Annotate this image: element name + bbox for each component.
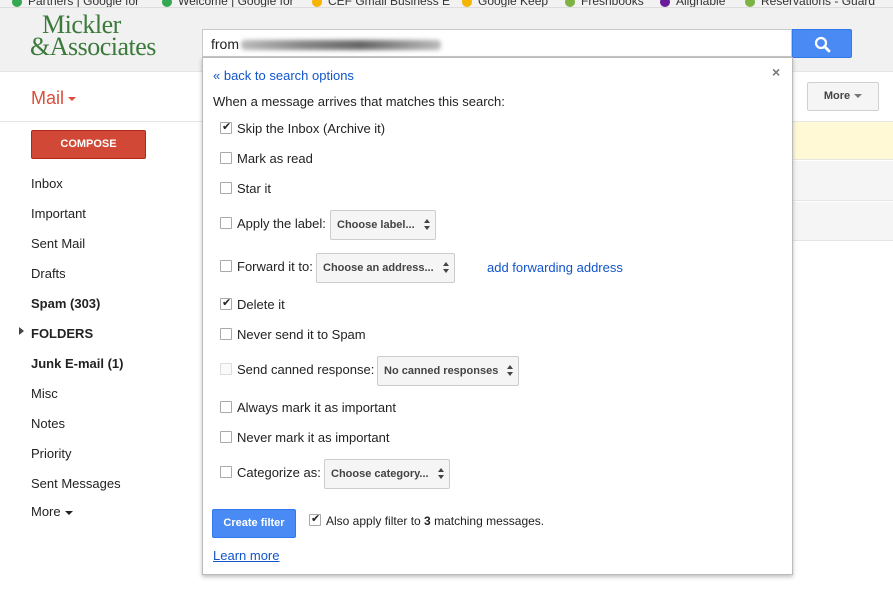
redacted-email: [241, 40, 441, 51]
choose-category-select[interactable]: Choose category...: [324, 459, 450, 489]
option-label: Send canned response:: [237, 362, 375, 377]
option-label: Mark as read: [237, 151, 313, 166]
bookmark-favicon-icon: [565, 0, 575, 7]
sidebar-item-priority[interactable]: Priority: [31, 446, 71, 461]
bookmark-item[interactable]: Google Keep: [462, 0, 548, 7]
select-arrows-icon: [437, 468, 444, 480]
search-icon: [814, 36, 831, 53]
bookmark-item[interactable]: Freshbooks: [565, 0, 644, 7]
mark-read-checkbox[interactable]: [220, 152, 232, 164]
delete-checkbox[interactable]: [220, 296, 232, 310]
mail-switcher[interactable]: Mail: [31, 88, 77, 109]
option-label: Apply the label:: [237, 216, 326, 231]
bookmark-favicon-icon: [162, 0, 172, 7]
back-to-search-options-link[interactable]: « back to search options: [213, 68, 354, 83]
sidebar-item-important[interactable]: Important: [31, 206, 86, 221]
add-forwarding-address-link[interactable]: add forwarding address: [487, 260, 623, 275]
sidebar-item-inbox[interactable]: Inbox: [31, 176, 63, 191]
canned-response-select[interactable]: No canned responses: [377, 356, 520, 386]
chevron-down-icon: [68, 97, 77, 102]
bookmark-item[interactable]: Alignable: [660, 0, 725, 7]
message-row: [792, 202, 893, 241]
option-label: Categorize as:: [237, 465, 321, 480]
sidebar-item-sent-mail[interactable]: Sent Mail: [31, 236, 85, 251]
create-filter-dialog: « back to search options × When a messag…: [202, 57, 793, 575]
more-button[interactable]: More: [807, 82, 879, 111]
option-label: Never mark it as important: [237, 430, 390, 445]
canned-response-checkbox[interactable]: [220, 363, 232, 375]
message-row: [792, 161, 893, 201]
sidebar-item-sent-messages[interactable]: Sent Messages: [31, 476, 121, 491]
message-row-highlight: [792, 122, 893, 160]
always-important-checkbox[interactable]: [220, 401, 232, 413]
sidebar-item-folders[interactable]: FOLDERS: [31, 326, 93, 341]
categorize-checkbox[interactable]: [220, 466, 232, 478]
bookmark-item[interactable]: Partners | Google for: [12, 0, 139, 7]
sidebar-item-spam[interactable]: Spam (303): [31, 296, 100, 311]
bookmark-item[interactable]: Welcome | Google for: [162, 0, 294, 7]
option-label: Never send it to Spam: [237, 327, 366, 342]
bookmark-item[interactable]: CEF Gmail Business E: [312, 0, 450, 7]
sidebar-item-drafts[interactable]: Drafts: [31, 266, 66, 281]
skip-inbox-checkbox[interactable]: [220, 120, 232, 134]
chevron-down-icon: [854, 94, 863, 99]
bookmark-item[interactable]: Reservations - Guard: [745, 0, 875, 7]
close-icon[interactable]: ×: [772, 64, 780, 80]
never-spam-checkbox[interactable]: [220, 328, 232, 340]
sidebar-item-misc[interactable]: Misc: [31, 386, 58, 401]
sidebar-more[interactable]: More: [31, 504, 73, 519]
sidebar-item-junk-email[interactable]: Junk E-mail (1): [31, 356, 123, 371]
option-label: Always mark it as important: [237, 400, 396, 415]
select-arrows-icon: [507, 365, 514, 377]
select-arrows-icon: [442, 262, 449, 274]
star-checkbox[interactable]: [220, 182, 232, 194]
also-apply-label: Also apply filter to 3 matching messages…: [326, 514, 545, 528]
company-logo[interactable]: Mickler &Associates: [30, 12, 156, 60]
expand-arrow-icon[interactable]: [19, 327, 24, 335]
chevron-down-icon: [64, 510, 73, 515]
forward-checkbox[interactable]: [220, 260, 232, 272]
apply-label-checkbox[interactable]: [220, 217, 232, 229]
bookmark-favicon-icon: [660, 0, 670, 7]
sidebar-item-notes[interactable]: Notes: [31, 416, 65, 431]
option-label: Forward it to:: [237, 259, 313, 274]
option-label: Skip the Inbox (Archive it): [237, 121, 386, 136]
gmail-window: Partners | Google for Welcome | Google f…: [0, 0, 893, 602]
bookmark-favicon-icon: [462, 0, 472, 7]
bookmark-favicon-icon: [12, 0, 22, 7]
filter-instructions: When a message arrives that matches this…: [213, 94, 505, 109]
learn-more-link[interactable]: Learn more: [213, 548, 279, 563]
bookmark-favicon-icon: [312, 0, 322, 7]
never-important-checkbox[interactable]: [220, 431, 232, 443]
compose-button[interactable]: COMPOSE: [31, 130, 146, 159]
option-label: Delete it: [237, 297, 285, 312]
bookmarks-bar: Partners | Google for Welcome | Google f…: [0, 0, 893, 8]
choose-label-select[interactable]: Choose label...: [330, 210, 436, 240]
choose-address-select[interactable]: Choose an address...: [316, 253, 455, 283]
bookmark-favicon-icon: [745, 0, 755, 7]
search-input[interactable]: from: [202, 29, 792, 57]
search-button[interactable]: [792, 29, 852, 58]
select-arrows-icon: [423, 219, 430, 231]
also-apply-checkbox[interactable]: [309, 512, 321, 526]
create-filter-button[interactable]: Create filter: [212, 509, 296, 538]
option-label: Star it: [237, 181, 271, 196]
